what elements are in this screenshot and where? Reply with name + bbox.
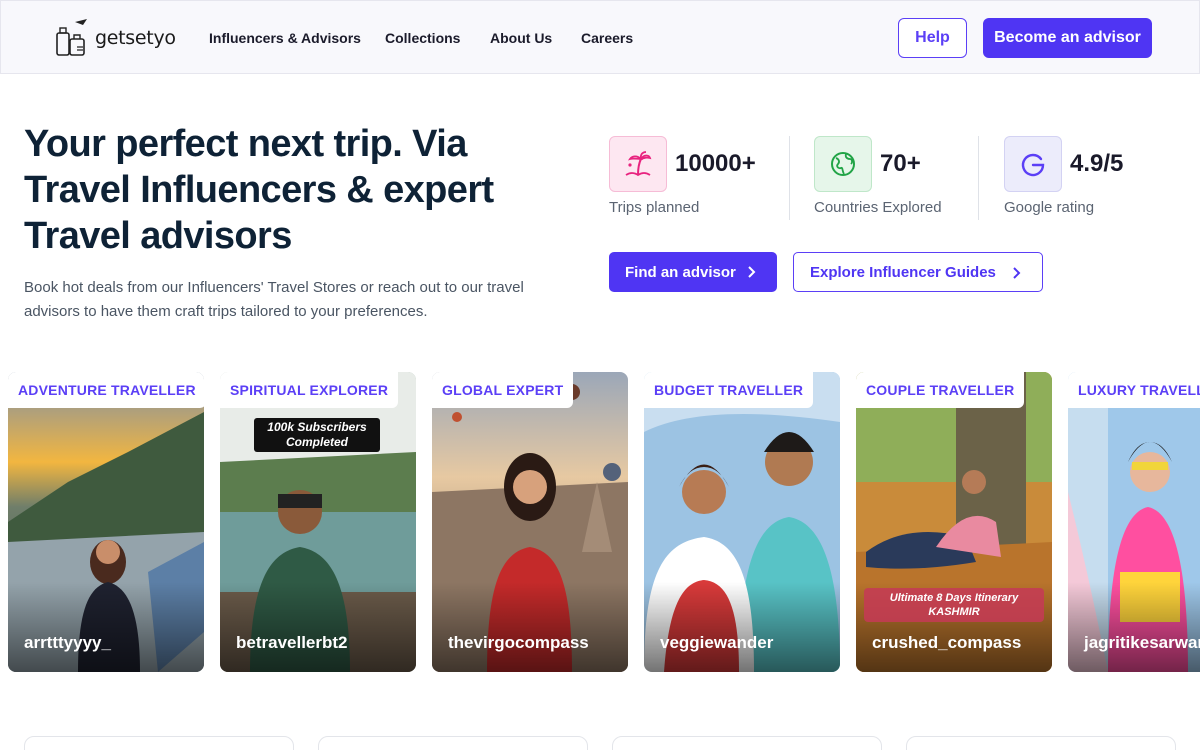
- explore-guides-label: Explore Influencer Guides: [810, 263, 996, 281]
- nav-careers[interactable]: Careers: [581, 1, 633, 75]
- card-overlay-caption: 100k Subscribers Completed: [254, 418, 380, 452]
- find-advisor-label: Find an advisor: [625, 263, 736, 281]
- influencer-card[interactable]: LUXURY TRAVELLER jagritikesarwani: [1068, 372, 1200, 672]
- card-influencer-name: jagritikesarwani: [1084, 633, 1200, 652]
- logo[interactable]: getsetyo: [53, 17, 176, 59]
- become-advisor-button[interactable]: Become an advisor: [983, 18, 1152, 58]
- stat-divider: [789, 136, 790, 220]
- nav-influencers-advisors[interactable]: Influencers & Advisors: [209, 1, 361, 75]
- feature-card: [24, 736, 294, 750]
- stat-value: 10000+: [675, 150, 756, 177]
- card-influencer-name: betravellerbt2: [236, 633, 348, 652]
- influencer-card[interactable]: Ultimate 8 Days Itinerary KASHMIR COUPLE…: [856, 372, 1052, 672]
- stat-divider: [978, 136, 979, 220]
- stat-label: Trips planned: [609, 199, 700, 216]
- google-icon: [1004, 136, 1062, 192]
- card-influencer-name: crushed_compass: [872, 633, 1022, 652]
- logo-text: getsetyo: [95, 27, 176, 49]
- card-shade: [220, 582, 416, 672]
- feature-card: [906, 736, 1176, 750]
- help-button[interactable]: Help: [898, 18, 967, 58]
- hero-title: Your perfect next trip. Via Travel Influ…: [24, 123, 494, 257]
- stat-label: Google rating: [1004, 199, 1095, 216]
- card-influencer-name: veggiewander: [660, 633, 774, 652]
- card-overlay-caption: Ultimate 8 Days Itinerary KASHMIR: [864, 588, 1044, 622]
- globe-icon: [814, 136, 872, 192]
- find-advisor-button[interactable]: Find an advisor: [609, 252, 777, 292]
- card-category-tag: COUPLE TRAVELLER: [856, 372, 1025, 408]
- card-category-tag: ADVENTURE TRAVELLER: [8, 372, 204, 408]
- feature-card: [612, 736, 882, 750]
- card-shade: [432, 582, 628, 672]
- palm-tree-icon: [609, 136, 667, 192]
- suitcase-logo-icon: [56, 19, 87, 56]
- influencer-card[interactable]: GLOBAL EXPERT thevirgocompass: [432, 372, 628, 672]
- hero-subtitle: Book hot deals from our Influencers' Tra…: [24, 279, 524, 320]
- card-shade: [8, 582, 204, 672]
- nav-collections[interactable]: Collections: [385, 1, 460, 75]
- stat-label: Countries Explored: [814, 199, 942, 216]
- card-influencer-name: arrtttyyyy_: [24, 633, 111, 652]
- stat-value: 70+: [880, 150, 921, 177]
- influencer-card[interactable]: BUDGET TRAVELLER veggiewander: [644, 372, 840, 672]
- card-shade: [1068, 582, 1200, 672]
- nav-about-us[interactable]: About Us: [490, 1, 552, 75]
- card-shade: [644, 582, 840, 672]
- feature-card: [318, 736, 588, 750]
- influencer-card[interactable]: ADVENTURE TRAVELLER arrtttyyyy_: [8, 372, 204, 672]
- card-category-tag: SPIRITUAL EXPLORER: [220, 372, 399, 408]
- card-category-tag: LUXURY TRAVELLER: [1068, 372, 1200, 408]
- chevron-right-icon: [748, 266, 756, 278]
- chevron-right-icon: [1013, 267, 1021, 279]
- card-category-tag: GLOBAL EXPERT: [432, 372, 574, 408]
- site-header: getsetyo Influencers & Advisors Collecti…: [0, 0, 1200, 74]
- influencer-card[interactable]: 100k Subscribers Completed SPIRITUAL EXP…: [220, 372, 416, 672]
- explore-guides-button[interactable]: Explore Influencer Guides: [793, 252, 1043, 292]
- card-influencer-name: thevirgocompass: [448, 633, 589, 652]
- stat-value: 4.9/5: [1070, 150, 1124, 177]
- card-category-tag: BUDGET TRAVELLER: [644, 372, 814, 408]
